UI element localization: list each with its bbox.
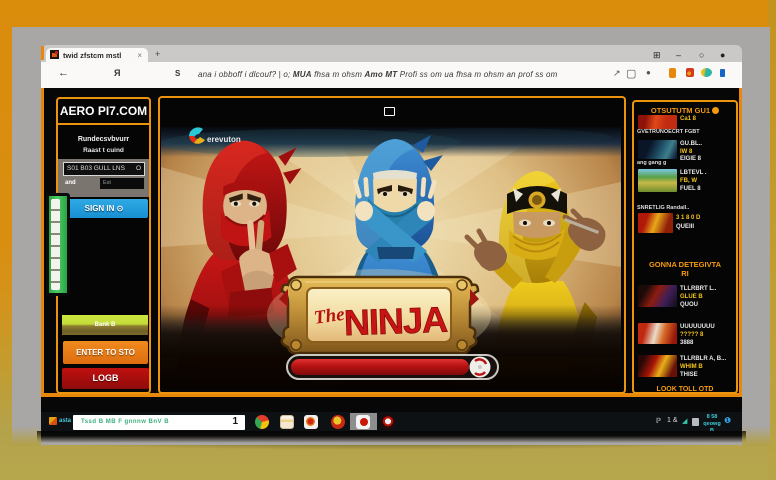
svg-text:erevuton: erevuton xyxy=(207,135,241,144)
svg-text:The: The xyxy=(313,304,347,329)
svg-text:NINJA: NINJA xyxy=(343,299,448,344)
